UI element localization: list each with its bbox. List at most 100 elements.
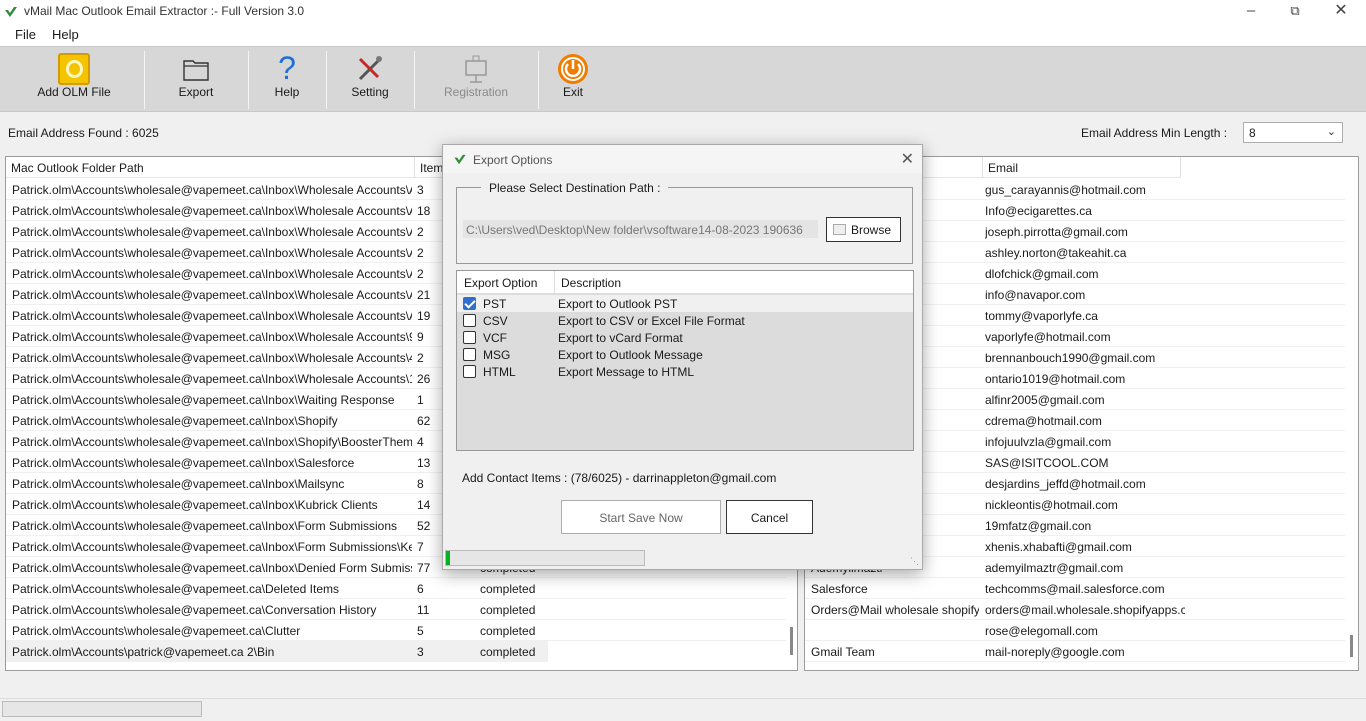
table-row[interactable]: Patrick.olm\Accounts\patrick@vapemeet.ca… bbox=[6, 641, 548, 662]
table-row[interactable]: Patrick.olm\Accounts\wholesale@vapemeet.… bbox=[6, 578, 786, 599]
folder-path-cell: Patrick.olm\Accounts\wholesale@vapemeet.… bbox=[12, 330, 412, 344]
export-status-text: Add Contact Items : (78/6025) - darrinap… bbox=[462, 471, 777, 485]
email-cell: rose@elegomall.com bbox=[985, 624, 1098, 638]
app-logo-icon bbox=[5, 7, 17, 17]
browse-button[interactable]: Browse bbox=[826, 217, 901, 242]
setting-button[interactable]: Setting bbox=[328, 47, 412, 111]
add-olm-file-label: Add OLM File bbox=[37, 85, 111, 99]
export-label: Export bbox=[178, 85, 214, 99]
checkbox-pst[interactable] bbox=[463, 297, 476, 310]
export-option-header: Export Option Description bbox=[457, 271, 913, 294]
folder-path-cell: Patrick.olm\Accounts\patrick@vapemeet.ca… bbox=[12, 645, 275, 659]
folder-path-cell: Patrick.olm\Accounts\wholesale@vapemeet.… bbox=[12, 519, 398, 533]
export-option-row[interactable]: VCF Export to vCard Format bbox=[457, 329, 913, 346]
email-cell: ademyilmaztr@gmail.com bbox=[985, 561, 1124, 575]
column-header-description[interactable]: Description bbox=[561, 276, 621, 290]
export-option-description: Export to CSV or Excel File Format bbox=[558, 314, 745, 328]
contact-name-cell: Gmail Team bbox=[811, 645, 875, 659]
exit-button[interactable]: Exit bbox=[540, 47, 606, 111]
folder-path-cell: Patrick.olm\Accounts\wholesale@vapemeet.… bbox=[12, 603, 377, 617]
min-length-label: Email Address Min Length : bbox=[1081, 126, 1228, 140]
export-option-description: Export Message to HTML bbox=[558, 365, 695, 379]
registration-button[interactable]: Registration bbox=[416, 47, 536, 111]
menu-help[interactable]: Help bbox=[52, 27, 79, 42]
table-row[interactable]: Orders@Mail wholesale shopifyap... orders… bbox=[805, 599, 1345, 620]
min-length-select[interactable]: 8 ⌄ bbox=[1243, 122, 1343, 143]
export-option-row[interactable]: PST Export to Outlook PST bbox=[457, 295, 913, 312]
folder-path-cell: Patrick.olm\Accounts\wholesale@vapemeet.… bbox=[12, 624, 301, 638]
close-icon[interactable]: ✕ bbox=[901, 149, 914, 169]
minimize-icon[interactable]: – bbox=[1228, 0, 1274, 24]
destination-path-field[interactable]: C:\Users\ved\Desktop\New folder\vsoftwar… bbox=[463, 220, 818, 238]
cancel-button[interactable]: Cancel bbox=[726, 500, 813, 534]
export-button[interactable]: Export bbox=[146, 47, 246, 111]
dialog-title-bar: Export Options ✕ bbox=[443, 145, 922, 173]
email-cell: SAS@ISITCOOL.COM bbox=[985, 456, 1109, 470]
column-header-export-option[interactable]: Export Option bbox=[457, 271, 555, 293]
email-cell: ontario1019@hotmail.com bbox=[985, 372, 1126, 386]
olm-file-icon bbox=[58, 53, 90, 85]
column-header-email[interactable]: Email bbox=[983, 157, 1181, 178]
table-row[interactable]: Patrick.olm\Accounts\wholesale@vapemeet.… bbox=[6, 599, 786, 620]
export-options-dialog: Export Options ✕ Please Select Destinati… bbox=[442, 144, 923, 570]
column-header-folder-path[interactable]: Mac Outlook Folder Path bbox=[6, 157, 415, 178]
folder-path-cell: Patrick.olm\Accounts\wholesale@vapemeet.… bbox=[12, 582, 339, 596]
email-cell: 19mfatz@gmail.con bbox=[985, 519, 1092, 533]
folder-path-cell: Patrick.olm\Accounts\wholesale@vapemeet.… bbox=[12, 309, 412, 323]
export-option-description: Export to Outlook Message bbox=[558, 348, 703, 362]
scrollbar-thumb[interactable] bbox=[790, 627, 793, 655]
setting-label: Setting bbox=[351, 85, 389, 99]
scrollbar-thumb[interactable] bbox=[1350, 635, 1353, 657]
email-cell: cdrema@hotmail.com bbox=[985, 414, 1102, 428]
contact-name-cell: Orders@Mail wholesale shopifyap... bbox=[811, 603, 979, 617]
browse-label: Browse bbox=[851, 223, 892, 237]
min-length-value: 8 bbox=[1249, 126, 1256, 140]
checkbox-html[interactable] bbox=[463, 365, 476, 378]
email-cell: infojuulvzla@gmail.com bbox=[985, 435, 1112, 449]
folder-path-cell: Patrick.olm\Accounts\wholesale@vapemeet.… bbox=[12, 372, 412, 386]
table-row[interactable]: rose@elegomall.com bbox=[805, 620, 1345, 641]
start-save-now-button[interactable]: Start Save Now bbox=[561, 500, 721, 534]
restore-icon[interactable]: ⧉ bbox=[1272, 0, 1318, 24]
email-cell: ashley.norton@takeahit.ca bbox=[985, 246, 1127, 260]
chevron-down-icon: ⌄ bbox=[1326, 126, 1336, 138]
items-cell: 11 bbox=[417, 603, 430, 617]
add-olm-file-button[interactable]: Add OLM File bbox=[4, 47, 144, 111]
export-option-row[interactable]: CSV Export to CSV or Excel File Format bbox=[457, 312, 913, 329]
folder-path-cell: Patrick.olm\Accounts\wholesale@vapemeet.… bbox=[12, 414, 338, 428]
folder-path-cell: Patrick.olm\Accounts\wholesale@vapemeet.… bbox=[12, 561, 412, 575]
resize-grip-icon[interactable]: ⋱ bbox=[910, 556, 919, 567]
status-bar bbox=[0, 698, 1366, 721]
folder-path-cell: Patrick.olm\Accounts\wholesale@vapemeet.… bbox=[12, 246, 412, 260]
status-cell: completed bbox=[480, 582, 536, 596]
export-option-row[interactable]: HTML Export Message to HTML bbox=[457, 363, 913, 380]
help-button[interactable]: ? Help bbox=[250, 47, 324, 111]
menu-file[interactable]: File bbox=[15, 27, 36, 42]
export-option-row[interactable]: MSG Export to Outlook Message bbox=[457, 346, 913, 363]
checkbox-msg[interactable] bbox=[463, 348, 476, 361]
status-cell: completed bbox=[480, 603, 536, 617]
power-icon bbox=[558, 54, 588, 84]
export-option-list: Export Option Description PST Export to O… bbox=[456, 270, 914, 451]
email-cell: joseph.pirrotta@gmail.com bbox=[985, 225, 1128, 239]
export-progress-bar bbox=[445, 550, 645, 566]
title-bar: vMail Mac Outlook Email Extractor :- Ful… bbox=[0, 0, 1366, 24]
folder-path-cell: Patrick.olm\Accounts\wholesale@vapemeet.… bbox=[12, 288, 412, 302]
email-cell: brennanbouch1990@gmail.com bbox=[985, 351, 1156, 365]
email-cell: desjardins_jeffd@hotmail.com bbox=[985, 477, 1146, 491]
table-row[interactable]: Patrick.olm\Accounts\wholesale@vapemeet.… bbox=[6, 620, 786, 641]
table-row[interactable]: Salesforce techcomms@mail.salesforce.com bbox=[805, 578, 1345, 599]
help-label: Help bbox=[274, 85, 300, 99]
table-row[interactable]: Gmail Team mail-noreply@google.com bbox=[805, 641, 1345, 662]
email-cell: info@navapor.com bbox=[985, 288, 1086, 302]
export-option-name: CSV bbox=[483, 314, 508, 328]
email-cell: tommy@vaporlyfe.ca bbox=[985, 309, 1098, 323]
export-option-description: Export to Outlook PST bbox=[558, 297, 678, 311]
checkbox-csv[interactable] bbox=[463, 314, 476, 327]
email-cell: orders@mail.wholesale.shopifyapps.com bbox=[985, 603, 1185, 617]
folder-path-cell: Patrick.olm\Accounts\wholesale@vapemeet.… bbox=[12, 498, 378, 512]
checkbox-vcf[interactable] bbox=[463, 331, 476, 344]
folder-path-cell: Patrick.olm\Accounts\wholesale@vapemeet.… bbox=[12, 267, 412, 281]
close-icon[interactable]: ✕ bbox=[1318, 0, 1364, 24]
email-cell: Info@ecigarettes.ca bbox=[985, 204, 1092, 218]
